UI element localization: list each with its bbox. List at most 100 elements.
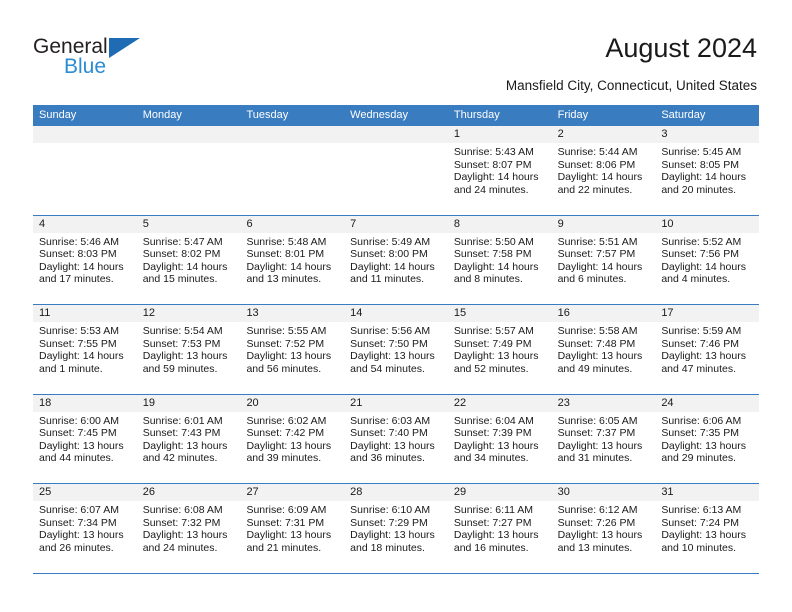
sunset-text: Sunset: 8:06 PM bbox=[557, 158, 636, 171]
calendar-day-cell[interactable]: 4 Sunrise: 5:46 AM Sunset: 8:03 PM Daylight… bbox=[33, 215, 137, 304]
sunrise-text: Sunrise: 6:05 AM bbox=[557, 414, 638, 427]
day-number: 18 bbox=[33, 394, 137, 412]
calendar-day-cell[interactable]: 13 Sunrise: 5:55 AM Sunset: 7:52 PM Dayligh… bbox=[240, 305, 345, 394]
calendar-day-cell[interactable]: 23 Sunrise: 6:05 AM Sunset: 7:37 PM Dayligh… bbox=[551, 394, 656, 483]
calendar-day-cell[interactable]: 2 Sunrise: 5:44 AM Sunset: 8:06 PM Daylight… bbox=[551, 126, 656, 215]
day-sun-info: Sunrise: 5:46 AM Sunset: 8:03 PM Daylight:… bbox=[33, 233, 137, 286]
calendar-day-cell[interactable]: 16 Sunrise: 5:58 AM Sunset: 7:48 PM Dayligh… bbox=[551, 305, 656, 394]
calendar-day-cell[interactable]: 5 Sunrise: 5:47 AM Sunset: 8:02 PM Daylight… bbox=[136, 215, 241, 304]
day-sun-info: Sunrise: 5:50 AM Sunset: 7:58 PM Daylight:… bbox=[448, 233, 552, 286]
sunset-text: Sunset: 7:56 PM bbox=[661, 248, 739, 261]
day-number: 7 bbox=[344, 215, 448, 233]
sunset-text: Sunset: 7:45 PM bbox=[39, 427, 117, 440]
daylight-text: Daylight: 13 hours and 34 minutes. bbox=[453, 439, 539, 465]
calendar-day-cell[interactable]: 8 Sunrise: 5:50 AM Sunset: 7:58 PM Daylight… bbox=[447, 215, 552, 304]
calendar-day-cell[interactable]: 18 Sunrise: 6:00 AM Sunset: 7:45 PM Dayligh… bbox=[33, 394, 137, 483]
day-sun-info: Sunrise: 6:11 AM Sunset: 7:27 PM Daylight:… bbox=[448, 501, 552, 554]
daylight-text: Daylight: 14 hours and 11 minutes. bbox=[350, 260, 435, 286]
sunrise-text: Sunrise: 5:48 AM bbox=[246, 235, 327, 248]
calendar-day-cell[interactable]: 3 Sunrise: 5:45 AM Sunset: 8:05 PM Daylight… bbox=[655, 126, 760, 215]
weekday-header-saturday: Saturday bbox=[661, 109, 706, 121]
sunrise-text: Sunrise: 5:57 AM bbox=[453, 325, 534, 337]
day-sun-info: Sunrise: 5:54 AM Sunset: 7:53 PM Daylight:… bbox=[137, 322, 241, 375]
calendar-day-cell[interactable]: 19 Sunrise: 6:01 AM Sunset: 7:43 PM Dayligh… bbox=[136, 394, 241, 483]
day-number: 2 bbox=[551, 126, 656, 143]
calendar-day-cell[interactable]: 10 Sunrise: 5:52 AM Sunset: 7:56 PM Dayligh… bbox=[655, 215, 760, 304]
day-sun-info: Sunrise: 5:55 AM Sunset: 7:52 PM Daylight:… bbox=[240, 322, 344, 375]
day-number: 20 bbox=[240, 394, 345, 412]
day-sun-info: Sunrise: 6:08 AM Sunset: 7:32 PM Daylight:… bbox=[137, 501, 241, 554]
sunset-text: Sunset: 8:01 PM bbox=[246, 248, 325, 261]
sunrise-text: Sunrise: 5:51 AM bbox=[557, 235, 638, 248]
calendar-day-cell[interactable]: 6 Sunrise: 5:48 AM Sunset: 8:01 PM Daylight… bbox=[240, 215, 345, 304]
calendar-day-cell[interactable]: 15 Sunrise: 5:57 AM Sunset: 7:49 PM Dayligh… bbox=[447, 305, 552, 394]
day-sun-info: Sunrise: 6:06 AM Sunset: 7:35 PM Daylight:… bbox=[655, 412, 759, 465]
day-number: 8 bbox=[447, 215, 552, 233]
general-blue-logo[interactable]: General Blue bbox=[33, 36, 163, 84]
calendar-weeks: 1 Sunrise: 5:43 AM Sunset: 8:07 PM Daylight… bbox=[33, 126, 760, 574]
sunrise-text: Sunrise: 5:44 AM bbox=[557, 146, 638, 158]
calendar-day-cell[interactable]: 1 Sunrise: 5:43 AM Sunset: 8:07 PM Daylight… bbox=[447, 126, 552, 215]
day-sun-info: Sunrise: 5:45 AM Sunset: 8:05 PM Daylight:… bbox=[655, 143, 759, 196]
daylight-text: Daylight: 14 hours and 4 minutes. bbox=[661, 260, 746, 286]
day-number: 1 bbox=[447, 126, 552, 143]
page-subtitle-location: Mansfield City, Connecticut, United Stat… bbox=[505, 78, 757, 93]
day-number: 17 bbox=[655, 305, 760, 322]
page-title: August 2024 bbox=[605, 33, 757, 63]
day-number: 19 bbox=[136, 394, 241, 412]
daylight-text: Daylight: 14 hours and 20 minutes. bbox=[661, 171, 746, 196]
daylight-text: Daylight: 13 hours and 59 minutes. bbox=[142, 350, 228, 375]
day-number: 24 bbox=[655, 394, 760, 412]
calendar-day-cell[interactable]: 29 Sunrise: 6:11 AM Sunset: 7:27 PM Dayligh… bbox=[447, 484, 552, 573]
day-sun-info: Sunrise: 5:48 AM Sunset: 8:01 PM Daylight:… bbox=[240, 233, 344, 286]
page-header: General Blue August 2024 Mansfield City,… bbox=[0, 0, 792, 100]
calendar-day-cell[interactable]: 17 Sunrise: 5:59 AM Sunset: 7:46 PM Dayligh… bbox=[655, 305, 760, 394]
calendar-day-cell[interactable]: 12 Sunrise: 5:54 AM Sunset: 7:53 PM Dayligh… bbox=[136, 305, 241, 394]
sunset-text: Sunset: 7:52 PM bbox=[246, 337, 325, 350]
sunrise-text: Sunrise: 6:07 AM bbox=[39, 504, 119, 516]
day-number: 31 bbox=[655, 484, 760, 501]
daylight-text: Daylight: 13 hours and 39 minutes. bbox=[246, 439, 332, 465]
sunset-text: Sunset: 7:48 PM bbox=[557, 337, 636, 350]
calendar-day-cell[interactable]: 31 Sunrise: 6:13 AM Sunset: 7:24 PM Dayligh… bbox=[655, 484, 760, 573]
calendar-day-cell[interactable]: 7 Sunrise: 5:49 AM Sunset: 8:00 PM Daylight… bbox=[344, 215, 448, 304]
sunset-text: Sunset: 7:57 PM bbox=[557, 248, 636, 261]
sunrise-text: Sunrise: 6:03 AM bbox=[350, 414, 431, 427]
sunset-text: Sunset: 7:37 PM bbox=[557, 427, 636, 440]
daylight-text: Daylight: 14 hours and 24 minutes. bbox=[453, 171, 539, 196]
sunrise-text: Sunrise: 6:12 AM bbox=[557, 504, 638, 516]
day-sun-info: Sunrise: 6:02 AM Sunset: 7:42 PM Daylight:… bbox=[240, 412, 344, 465]
day-sun-info: Sunrise: 5:49 AM Sunset: 8:00 PM Daylight:… bbox=[344, 233, 448, 286]
calendar-week-row: 25 Sunrise: 6:07 AM Sunset: 7:34 PM Dayligh… bbox=[33, 484, 760, 574]
sunset-text: Sunset: 7:24 PM bbox=[661, 516, 739, 529]
daylight-text: Daylight: 13 hours and 49 minutes. bbox=[557, 350, 643, 375]
sunset-text: Sunset: 8:07 PM bbox=[453, 158, 532, 171]
calendar-day-cell[interactable]: 30 Sunrise: 6:12 AM Sunset: 7:26 PM Dayligh… bbox=[551, 484, 656, 573]
weekday-header-tuesday: Tuesday bbox=[246, 109, 289, 121]
calendar-day-cell[interactable]: 20 Sunrise: 6:02 AM Sunset: 7:42 PM Dayligh… bbox=[240, 394, 345, 483]
calendar-day-cell[interactable]: 26 Sunrise: 6:08 AM Sunset: 7:32 PM Dayligh… bbox=[136, 484, 241, 573]
day-sun-info: Sunrise: 6:12 AM Sunset: 7:26 PM Daylight:… bbox=[552, 501, 656, 554]
calendar-day-cell[interactable]: 14 Sunrise: 5:56 AM Sunset: 7:50 PM Dayligh… bbox=[344, 305, 448, 394]
calendar-week-row: 18 Sunrise: 6:00 AM Sunset: 7:45 PM Dayligh… bbox=[33, 394, 760, 484]
calendar-day-cell[interactable]: 27 Sunrise: 6:09 AM Sunset: 7:31 PM Dayligh… bbox=[240, 484, 345, 573]
daylight-text: Daylight: 13 hours and 56 minutes. bbox=[246, 350, 332, 375]
calendar-day-cell-empty bbox=[136, 126, 241, 215]
sunrise-text: Sunrise: 6:10 AM bbox=[350, 504, 431, 516]
sunset-text: Sunset: 7:27 PM bbox=[453, 516, 532, 529]
day-number bbox=[344, 126, 448, 143]
calendar-day-cell[interactable]: 22 Sunrise: 6:04 AM Sunset: 7:39 PM Dayligh… bbox=[447, 394, 552, 483]
day-sun-info: Sunrise: 6:09 AM Sunset: 7:31 PM Daylight:… bbox=[240, 501, 344, 554]
calendar-day-cell[interactable]: 28 Sunrise: 6:10 AM Sunset: 7:29 PM Dayligh… bbox=[344, 484, 448, 573]
calendar-day-cell[interactable]: 9 Sunrise: 5:51 AM Sunset: 7:57 PM Daylight… bbox=[551, 215, 656, 304]
day-sun-info: Sunrise: 6:10 AM Sunset: 7:29 PM Daylight:… bbox=[344, 501, 448, 554]
calendar-day-cell[interactable]: 21 Sunrise: 6:03 AM Sunset: 7:40 PM Dayligh… bbox=[344, 394, 448, 483]
daylight-text: Daylight: 14 hours and 22 minutes. bbox=[557, 171, 643, 196]
calendar-day-cell[interactable]: 25 Sunrise: 6:07 AM Sunset: 7:34 PM Dayligh… bbox=[33, 484, 137, 573]
calendar-day-cell[interactable]: 11 Sunrise: 5:53 AM Sunset: 7:55 PM Dayligh… bbox=[33, 305, 137, 394]
day-number: 11 bbox=[33, 305, 137, 322]
sunset-text: Sunset: 7:35 PM bbox=[661, 427, 739, 440]
sunrise-text: Sunrise: 5:59 AM bbox=[661, 325, 742, 337]
sunset-text: Sunset: 7:40 PM bbox=[350, 427, 428, 440]
calendar-day-cell[interactable]: 24 Sunrise: 6:06 AM Sunset: 7:35 PM Dayligh… bbox=[655, 394, 760, 483]
